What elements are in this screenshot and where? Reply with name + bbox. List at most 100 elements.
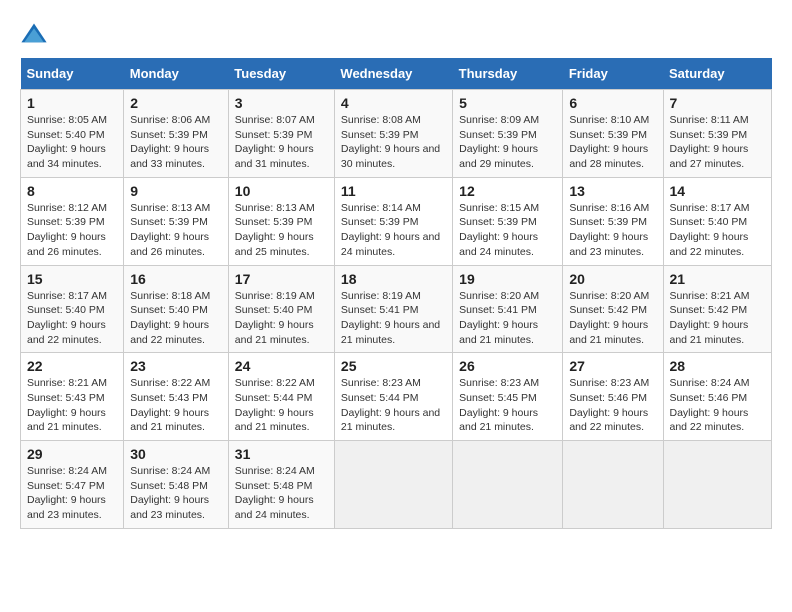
calendar-cell: 17 Sunrise: 8:19 AM Sunset: 5:40 PM Dayl… xyxy=(228,265,334,353)
day-number: 2 xyxy=(130,95,222,111)
day-info: Sunrise: 8:07 AM Sunset: 5:39 PM Dayligh… xyxy=(235,114,315,170)
calendar-cell: 15 Sunrise: 8:17 AM Sunset: 5:40 PM Dayl… xyxy=(21,265,124,353)
day-info: Sunrise: 8:09 AM Sunset: 5:39 PM Dayligh… xyxy=(459,114,539,170)
column-header-tuesday: Tuesday xyxy=(228,58,334,90)
day-number: 8 xyxy=(27,183,117,199)
column-header-thursday: Thursday xyxy=(453,58,563,90)
calendar-cell xyxy=(663,441,772,529)
calendar-week-1: 1 Sunrise: 8:05 AM Sunset: 5:40 PM Dayli… xyxy=(21,90,772,178)
calendar-cell: 13 Sunrise: 8:16 AM Sunset: 5:39 PM Dayl… xyxy=(563,177,663,265)
day-info: Sunrise: 8:12 AM Sunset: 5:39 PM Dayligh… xyxy=(27,202,107,258)
calendar-cell: 21 Sunrise: 8:21 AM Sunset: 5:42 PM Dayl… xyxy=(663,265,772,353)
calendar-cell: 18 Sunrise: 8:19 AM Sunset: 5:41 PM Dayl… xyxy=(334,265,452,353)
day-info: Sunrise: 8:23 AM Sunset: 5:46 PM Dayligh… xyxy=(569,377,649,433)
day-number: 26 xyxy=(459,358,556,374)
calendar-cell: 19 Sunrise: 8:20 AM Sunset: 5:41 PM Dayl… xyxy=(453,265,563,353)
calendar-cell: 20 Sunrise: 8:20 AM Sunset: 5:42 PM Dayl… xyxy=(563,265,663,353)
day-number: 23 xyxy=(130,358,222,374)
day-number: 29 xyxy=(27,446,117,462)
day-number: 28 xyxy=(670,358,766,374)
day-info: Sunrise: 8:11 AM Sunset: 5:39 PM Dayligh… xyxy=(670,114,749,170)
calendar-cell: 6 Sunrise: 8:10 AM Sunset: 5:39 PM Dayli… xyxy=(563,90,663,178)
calendar-cell: 26 Sunrise: 8:23 AM Sunset: 5:45 PM Dayl… xyxy=(453,353,563,441)
calendar-cell: 1 Sunrise: 8:05 AM Sunset: 5:40 PM Dayli… xyxy=(21,90,124,178)
day-info: Sunrise: 8:21 AM Sunset: 5:42 PM Dayligh… xyxy=(670,290,750,346)
day-number: 3 xyxy=(235,95,328,111)
day-number: 16 xyxy=(130,271,222,287)
calendar-cell xyxy=(453,441,563,529)
day-info: Sunrise: 8:23 AM Sunset: 5:44 PM Dayligh… xyxy=(341,377,440,433)
calendar-week-2: 8 Sunrise: 8:12 AM Sunset: 5:39 PM Dayli… xyxy=(21,177,772,265)
day-number: 15 xyxy=(27,271,117,287)
day-number: 30 xyxy=(130,446,222,462)
calendar-cell: 31 Sunrise: 8:24 AM Sunset: 5:48 PM Dayl… xyxy=(228,441,334,529)
day-info: Sunrise: 8:05 AM Sunset: 5:40 PM Dayligh… xyxy=(27,114,107,170)
day-number: 18 xyxy=(341,271,446,287)
calendar-cell: 12 Sunrise: 8:15 AM Sunset: 5:39 PM Dayl… xyxy=(453,177,563,265)
day-info: Sunrise: 8:24 AM Sunset: 5:48 PM Dayligh… xyxy=(130,465,210,521)
logo-icon xyxy=(20,20,48,48)
day-number: 27 xyxy=(569,358,656,374)
day-number: 4 xyxy=(341,95,446,111)
day-number: 9 xyxy=(130,183,222,199)
calendar-cell: 30 Sunrise: 8:24 AM Sunset: 5:48 PM Dayl… xyxy=(124,441,229,529)
calendar-cell: 2 Sunrise: 8:06 AM Sunset: 5:39 PM Dayli… xyxy=(124,90,229,178)
day-info: Sunrise: 8:17 AM Sunset: 5:40 PM Dayligh… xyxy=(27,290,107,346)
day-info: Sunrise: 8:15 AM Sunset: 5:39 PM Dayligh… xyxy=(459,202,539,258)
day-info: Sunrise: 8:24 AM Sunset: 5:46 PM Dayligh… xyxy=(670,377,750,433)
calendar-cell: 16 Sunrise: 8:18 AM Sunset: 5:40 PM Dayl… xyxy=(124,265,229,353)
calendar-cell: 27 Sunrise: 8:23 AM Sunset: 5:46 PM Dayl… xyxy=(563,353,663,441)
day-info: Sunrise: 8:23 AM Sunset: 5:45 PM Dayligh… xyxy=(459,377,539,433)
day-number: 1 xyxy=(27,95,117,111)
day-info: Sunrise: 8:24 AM Sunset: 5:47 PM Dayligh… xyxy=(27,465,107,521)
day-number: 5 xyxy=(459,95,556,111)
calendar-cell: 5 Sunrise: 8:09 AM Sunset: 5:39 PM Dayli… xyxy=(453,90,563,178)
calendar-cell: 28 Sunrise: 8:24 AM Sunset: 5:46 PM Dayl… xyxy=(663,353,772,441)
day-number: 7 xyxy=(670,95,766,111)
calendar-header-row: SundayMondayTuesdayWednesdayThursdayFrid… xyxy=(21,58,772,90)
calendar-cell: 3 Sunrise: 8:07 AM Sunset: 5:39 PM Dayli… xyxy=(228,90,334,178)
calendar-cell: 29 Sunrise: 8:24 AM Sunset: 5:47 PM Dayl… xyxy=(21,441,124,529)
column-header-sunday: Sunday xyxy=(21,58,124,90)
column-header-saturday: Saturday xyxy=(663,58,772,90)
calendar-cell: 22 Sunrise: 8:21 AM Sunset: 5:43 PM Dayl… xyxy=(21,353,124,441)
day-info: Sunrise: 8:13 AM Sunset: 5:39 PM Dayligh… xyxy=(130,202,210,258)
column-header-wednesday: Wednesday xyxy=(334,58,452,90)
day-number: 24 xyxy=(235,358,328,374)
day-info: Sunrise: 8:22 AM Sunset: 5:43 PM Dayligh… xyxy=(130,377,210,433)
calendar-cell: 25 Sunrise: 8:23 AM Sunset: 5:44 PM Dayl… xyxy=(334,353,452,441)
calendar-cell: 24 Sunrise: 8:22 AM Sunset: 5:44 PM Dayl… xyxy=(228,353,334,441)
day-number: 20 xyxy=(569,271,656,287)
day-info: Sunrise: 8:19 AM Sunset: 5:41 PM Dayligh… xyxy=(341,290,440,346)
day-number: 31 xyxy=(235,446,328,462)
day-info: Sunrise: 8:18 AM Sunset: 5:40 PM Dayligh… xyxy=(130,290,210,346)
day-info: Sunrise: 8:20 AM Sunset: 5:42 PM Dayligh… xyxy=(569,290,649,346)
day-number: 19 xyxy=(459,271,556,287)
calendar-week-4: 22 Sunrise: 8:21 AM Sunset: 5:43 PM Dayl… xyxy=(21,353,772,441)
calendar-week-3: 15 Sunrise: 8:17 AM Sunset: 5:40 PM Dayl… xyxy=(21,265,772,353)
day-info: Sunrise: 8:13 AM Sunset: 5:39 PM Dayligh… xyxy=(235,202,315,258)
day-info: Sunrise: 8:17 AM Sunset: 5:40 PM Dayligh… xyxy=(670,202,750,258)
calendar-cell: 8 Sunrise: 8:12 AM Sunset: 5:39 PM Dayli… xyxy=(21,177,124,265)
day-number: 13 xyxy=(569,183,656,199)
calendar-cell: 7 Sunrise: 8:11 AM Sunset: 5:39 PM Dayli… xyxy=(663,90,772,178)
day-info: Sunrise: 8:21 AM Sunset: 5:43 PM Dayligh… xyxy=(27,377,107,433)
day-info: Sunrise: 8:22 AM Sunset: 5:44 PM Dayligh… xyxy=(235,377,315,433)
day-number: 11 xyxy=(341,183,446,199)
calendar-cell: 14 Sunrise: 8:17 AM Sunset: 5:40 PM Dayl… xyxy=(663,177,772,265)
day-info: Sunrise: 8:14 AM Sunset: 5:39 PM Dayligh… xyxy=(341,202,440,258)
day-info: Sunrise: 8:20 AM Sunset: 5:41 PM Dayligh… xyxy=(459,290,539,346)
day-info: Sunrise: 8:24 AM Sunset: 5:48 PM Dayligh… xyxy=(235,465,315,521)
day-info: Sunrise: 8:08 AM Sunset: 5:39 PM Dayligh… xyxy=(341,114,440,170)
day-number: 17 xyxy=(235,271,328,287)
column-header-friday: Friday xyxy=(563,58,663,90)
day-number: 25 xyxy=(341,358,446,374)
day-number: 21 xyxy=(670,271,766,287)
calendar-cell: 23 Sunrise: 8:22 AM Sunset: 5:43 PM Dayl… xyxy=(124,353,229,441)
day-info: Sunrise: 8:06 AM Sunset: 5:39 PM Dayligh… xyxy=(130,114,210,170)
day-info: Sunrise: 8:16 AM Sunset: 5:39 PM Dayligh… xyxy=(569,202,649,258)
day-number: 14 xyxy=(670,183,766,199)
header xyxy=(20,20,772,48)
calendar-cell xyxy=(334,441,452,529)
day-number: 22 xyxy=(27,358,117,374)
